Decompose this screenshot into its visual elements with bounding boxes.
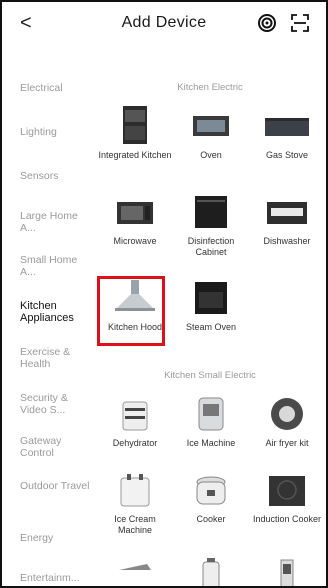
sidebar-item-kitchen-appliances[interactable]: Kitchen Appliances [20,300,92,324]
dishwasher-icon [263,192,311,232]
disinfection-cabinet-icon [187,192,235,232]
kettle-icon [187,556,235,586]
sidebar-item-exercise-health[interactable]: Exercise & Health [20,346,92,370]
device-disinfection-cabinet[interactable]: Disinfection Cabinet [172,192,250,257]
device-ice-cream-machine[interactable]: Ice Cream Machine [96,470,174,535]
device-ice-machine[interactable]: Ice Machine [172,394,250,449]
sidebar-item-entertainment[interactable]: Entertainm... [20,572,92,584]
ice-cream-machine-icon [111,470,159,510]
sidebar-item-outdoor-travel[interactable]: Outdoor Travel [20,480,92,492]
device-partial-1[interactable] [96,556,174,586]
device-induction-cooker[interactable]: Induction Cooker [248,470,326,525]
gas-stove-icon [263,106,311,146]
target-icon[interactable] [256,12,278,34]
app-frame: < Add Device Electrical Lighting Sensors… [0,0,328,588]
air-fryer-icon [263,394,311,434]
oven-icon [187,106,235,146]
section-title-kitchen-small-electric: Kitchen Small Electric [164,370,256,381]
sidebar-item-lighting[interactable]: Lighting [20,126,92,138]
dehydrator-icon [111,394,159,434]
sidebar-item-electrical[interactable]: Electrical [20,82,92,94]
device-dishwasher[interactable]: Dishwasher [248,192,326,247]
device-partial-2[interactable] [172,556,250,586]
selection-highlight [97,276,165,346]
device-steam-oven[interactable]: Steam Oven [172,278,250,333]
section-title-kitchen-electric: Kitchen Electric [177,82,243,93]
cooker-icon [187,470,235,510]
scan-icon[interactable] [289,12,311,34]
steam-oven-icon [187,278,235,318]
sidebar-item-large-home[interactable]: Large Home A... [20,210,92,234]
sidebar-item-security-video[interactable]: Security & Video S... [20,392,92,416]
device-partial-3[interactable] [248,556,326,586]
device-cooker[interactable]: Cooker [172,470,250,525]
device-oven[interactable]: Oven [172,106,250,161]
device-integrated-kitchen[interactable]: Integrated Kitchen [96,106,174,161]
device-gas-stove[interactable]: Gas Stove [248,106,326,161]
device-microwave[interactable]: Microwave [96,192,174,247]
device-air-fryer-kit[interactable]: Air fryer kit [248,394,326,449]
integrated-kitchen-icon [111,106,159,146]
induction-cooker-icon [263,470,311,510]
sidebar-item-sensors[interactable]: Sensors [20,170,92,182]
ice-machine-icon [187,394,235,434]
range-hood-icon [111,556,159,586]
sidebar-item-gateway-control[interactable]: Gateway Control [20,435,92,459]
category-sidebar: Electrical Lighting Sensors Large Home A… [2,62,94,586]
header: < Add Device [2,2,326,46]
sidebar-item-small-home[interactable]: Small Home A... [20,254,92,278]
blender-icon [263,556,311,586]
device-dehydrator[interactable]: Dehydrator [96,394,174,449]
sidebar-item-energy[interactable]: Energy [20,532,92,544]
microwave-icon [111,192,159,232]
